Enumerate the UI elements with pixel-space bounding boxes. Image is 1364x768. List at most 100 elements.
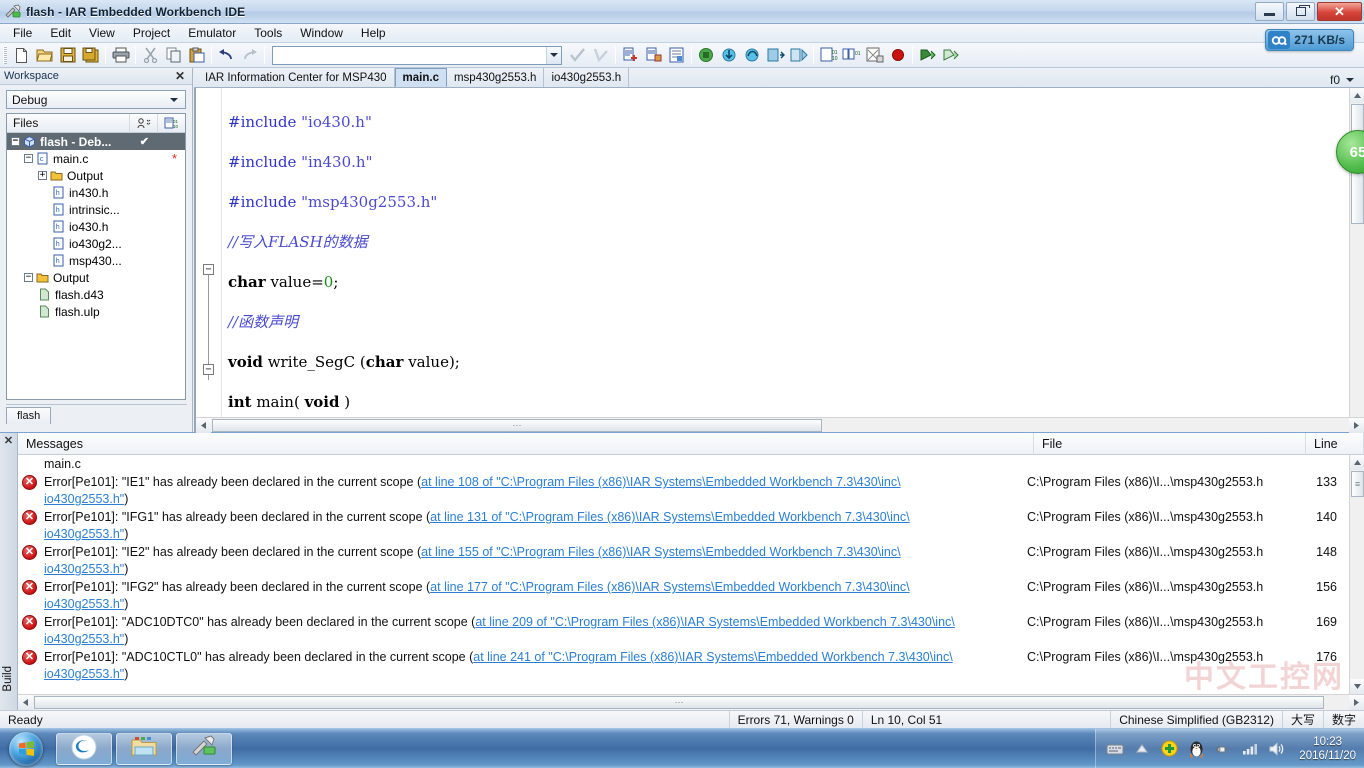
- taskbar-explorer-button[interactable]: [116, 732, 172, 765]
- debug-run-icon[interactable]: [787, 44, 810, 66]
- print-icon[interactable]: [109, 44, 132, 66]
- disassembly-icon[interactable]: [863, 44, 886, 66]
- tree-row-flash-d43[interactable]: flash.d43: [7, 286, 185, 303]
- scroll-down-icon[interactable]: [1350, 679, 1364, 694]
- tab-main-c[interactable]: main.c: [394, 68, 447, 87]
- menu-tools[interactable]: Tools: [245, 24, 291, 42]
- save-icon[interactable]: [56, 44, 79, 66]
- compile-icon[interactable]: [619, 44, 642, 66]
- code-text[interactable]: #include "io430.h" #include "in430.h" #i…: [222, 88, 1349, 432]
- taskbar-sogou-button[interactable]: [56, 732, 112, 765]
- menu-emulator[interactable]: Emulator: [179, 24, 245, 42]
- menu-edit[interactable]: Edit: [41, 24, 80, 42]
- stop-build-icon[interactable]: [695, 44, 718, 66]
- build-pane-tab[interactable]: Build: [2, 666, 14, 692]
- message-link-cont[interactable]: io430g2553.h": [44, 667, 124, 681]
- vertical-scroll-thumb[interactable]: ≡: [1351, 471, 1364, 497]
- scroll-left-icon[interactable]: [196, 417, 211, 433]
- tab-iar-information-center[interactable]: IAR Information Center for MSP430: [198, 68, 395, 87]
- show-hidden-icons-icon[interactable]: [1133, 740, 1151, 758]
- horizontal-scroll-thumb[interactable]: ⋯: [212, 418, 822, 432]
- tree-row-in430-h[interactable]: h in430.h: [7, 184, 185, 201]
- debug-step-into-icon[interactable]: [718, 44, 741, 66]
- keyboard-ime-icon[interactable]: [1106, 740, 1124, 758]
- editor-horizontal-scrollbar[interactable]: ⋯: [196, 417, 1364, 433]
- column-messages[interactable]: Messages: [18, 432, 1034, 455]
- message-link[interactable]: at line 177 of "C:\Program Files (x86)\I…: [430, 580, 909, 594]
- build-all-icon[interactable]: [665, 44, 688, 66]
- network-signal-icon[interactable]: [1241, 740, 1259, 758]
- message-link[interactable]: at line 209 of "C:\Program Files (x86)\I…: [475, 615, 954, 629]
- tree-row-intrinsic-h[interactable]: h intrinsic...: [7, 201, 185, 218]
- expander-icon[interactable]: −: [11, 137, 20, 146]
- close-button[interactable]: ✕: [1317, 2, 1362, 21]
- build-participate-icon[interactable]: [129, 114, 157, 133]
- tree-row-io430g2-h[interactable]: h io430g2...: [7, 235, 185, 252]
- open-folder-icon[interactable]: [33, 44, 56, 66]
- messages-horizontal-scrollbar[interactable]: ⋯: [18, 694, 1364, 710]
- message-link-cont[interactable]: io430g2553.h": [44, 597, 124, 611]
- message-link-cont[interactable]: io430g2553.h": [44, 492, 124, 506]
- tree-row-output-inner[interactable]: + Output: [7, 167, 185, 184]
- table-row[interactable]: ✕ Error[Pe101]: "ADC10CTL0" has already …: [18, 648, 1349, 683]
- expander-icon[interactable]: +: [38, 171, 47, 180]
- table-row[interactable]: ✕ Error[Pe101]: "IE2" has already been d…: [18, 543, 1349, 578]
- workspace-tab-flash[interactable]: flash: [6, 407, 52, 424]
- registers-view-icon[interactable]: 01: [840, 44, 863, 66]
- usb-device-icon[interactable]: [1214, 740, 1232, 758]
- restore-button[interactable]: [1286, 2, 1315, 21]
- taskbar-iar-button[interactable]: [176, 732, 232, 765]
- message-link-cont[interactable]: io430g2553.h": [44, 527, 124, 541]
- new-document-icon[interactable]: [10, 44, 33, 66]
- column-file[interactable]: File: [1034, 432, 1306, 455]
- table-row[interactable]: ✕ Error[Pe101]: "IFG2" has already been …: [18, 578, 1349, 613]
- breakpoint-icon[interactable]: [886, 44, 909, 66]
- message-link[interactable]: at line 155 of "C:\Program Files (x86)\I…: [421, 545, 900, 559]
- horizontal-scroll-thumb[interactable]: ⋯: [34, 696, 1324, 709]
- scroll-left-icon[interactable]: [18, 695, 33, 710]
- chevron-down-icon[interactable]: [546, 46, 561, 64]
- start-button[interactable]: [0, 730, 52, 768]
- scroll-up-icon[interactable]: [1350, 88, 1364, 103]
- tree-row-io430-h[interactable]: h io430.h: [7, 218, 185, 235]
- column-line[interactable]: Line: [1306, 432, 1364, 455]
- paste-icon[interactable]: [185, 44, 208, 66]
- fold-toggle-icon[interactable]: −: [203, 264, 214, 275]
- cut-scissors-icon[interactable]: [139, 44, 162, 66]
- message-link-cont[interactable]: io430g2553.h": [44, 632, 124, 646]
- tree-row-main-c[interactable]: − c main.c *: [7, 150, 185, 167]
- tab-io430g2553-h[interactable]: io430g2553.h: [544, 68, 630, 87]
- fold-toggle-icon[interactable]: −: [203, 364, 214, 375]
- editor-gutter[interactable]: − −: [196, 88, 222, 432]
- scroll-right-icon[interactable]: [1349, 417, 1364, 433]
- menu-help[interactable]: Help: [352, 24, 395, 42]
- messages-vertical-scrollbar[interactable]: ≡: [1349, 455, 1364, 694]
- download-debug-icon[interactable]: [916, 44, 939, 66]
- function-selector[interactable]: f0: [1330, 73, 1364, 87]
- undo-arrow-icon[interactable]: [215, 44, 238, 66]
- make-icon[interactable]: [642, 44, 665, 66]
- table-row[interactable]: ✕ Error[Pe101]: "IFG1" has already been …: [18, 508, 1349, 543]
- tab-msp430g2553-h[interactable]: msp430g2553.h: [447, 68, 545, 87]
- message-link[interactable]: at line 108 of "C:\Program Files (x86)\I…: [421, 475, 900, 489]
- antivirus-shield-icon[interactable]: [1160, 740, 1178, 758]
- build-order-icon[interactable]: 01 10: [157, 114, 185, 133]
- memory-view-icon[interactable]: 01 10: [817, 44, 840, 66]
- tree-row-flash-ulp[interactable]: flash.ulp: [7, 303, 185, 320]
- download-active-icon[interactable]: [939, 44, 962, 66]
- expander-icon[interactable]: −: [24, 154, 33, 163]
- message-link[interactable]: at line 241 of "C:\Program Files (x86)\I…: [473, 650, 952, 664]
- taskbar-clock[interactable]: 10:23 2016/11/20: [1295, 735, 1356, 763]
- workspace-close-icon[interactable]: ✕: [172, 69, 188, 83]
- qq-penguin-icon[interactable]: [1187, 740, 1205, 758]
- network-speed-widget[interactable]: 271 KB/s: [1265, 29, 1354, 51]
- tree-row-project[interactable]: − flash - Deb... ✔: [7, 133, 185, 150]
- copy-icon[interactable]: [162, 44, 185, 66]
- toolbar-grip[interactable]: [3, 46, 7, 64]
- check-mark-icon[interactable]: [566, 44, 589, 66]
- debug-step-out-icon[interactable]: [764, 44, 787, 66]
- menu-window[interactable]: Window: [291, 24, 352, 42]
- save-all-icon[interactable]: [79, 44, 102, 66]
- redo-arrow-icon[interactable]: [238, 44, 261, 66]
- menu-project[interactable]: Project: [124, 24, 179, 42]
